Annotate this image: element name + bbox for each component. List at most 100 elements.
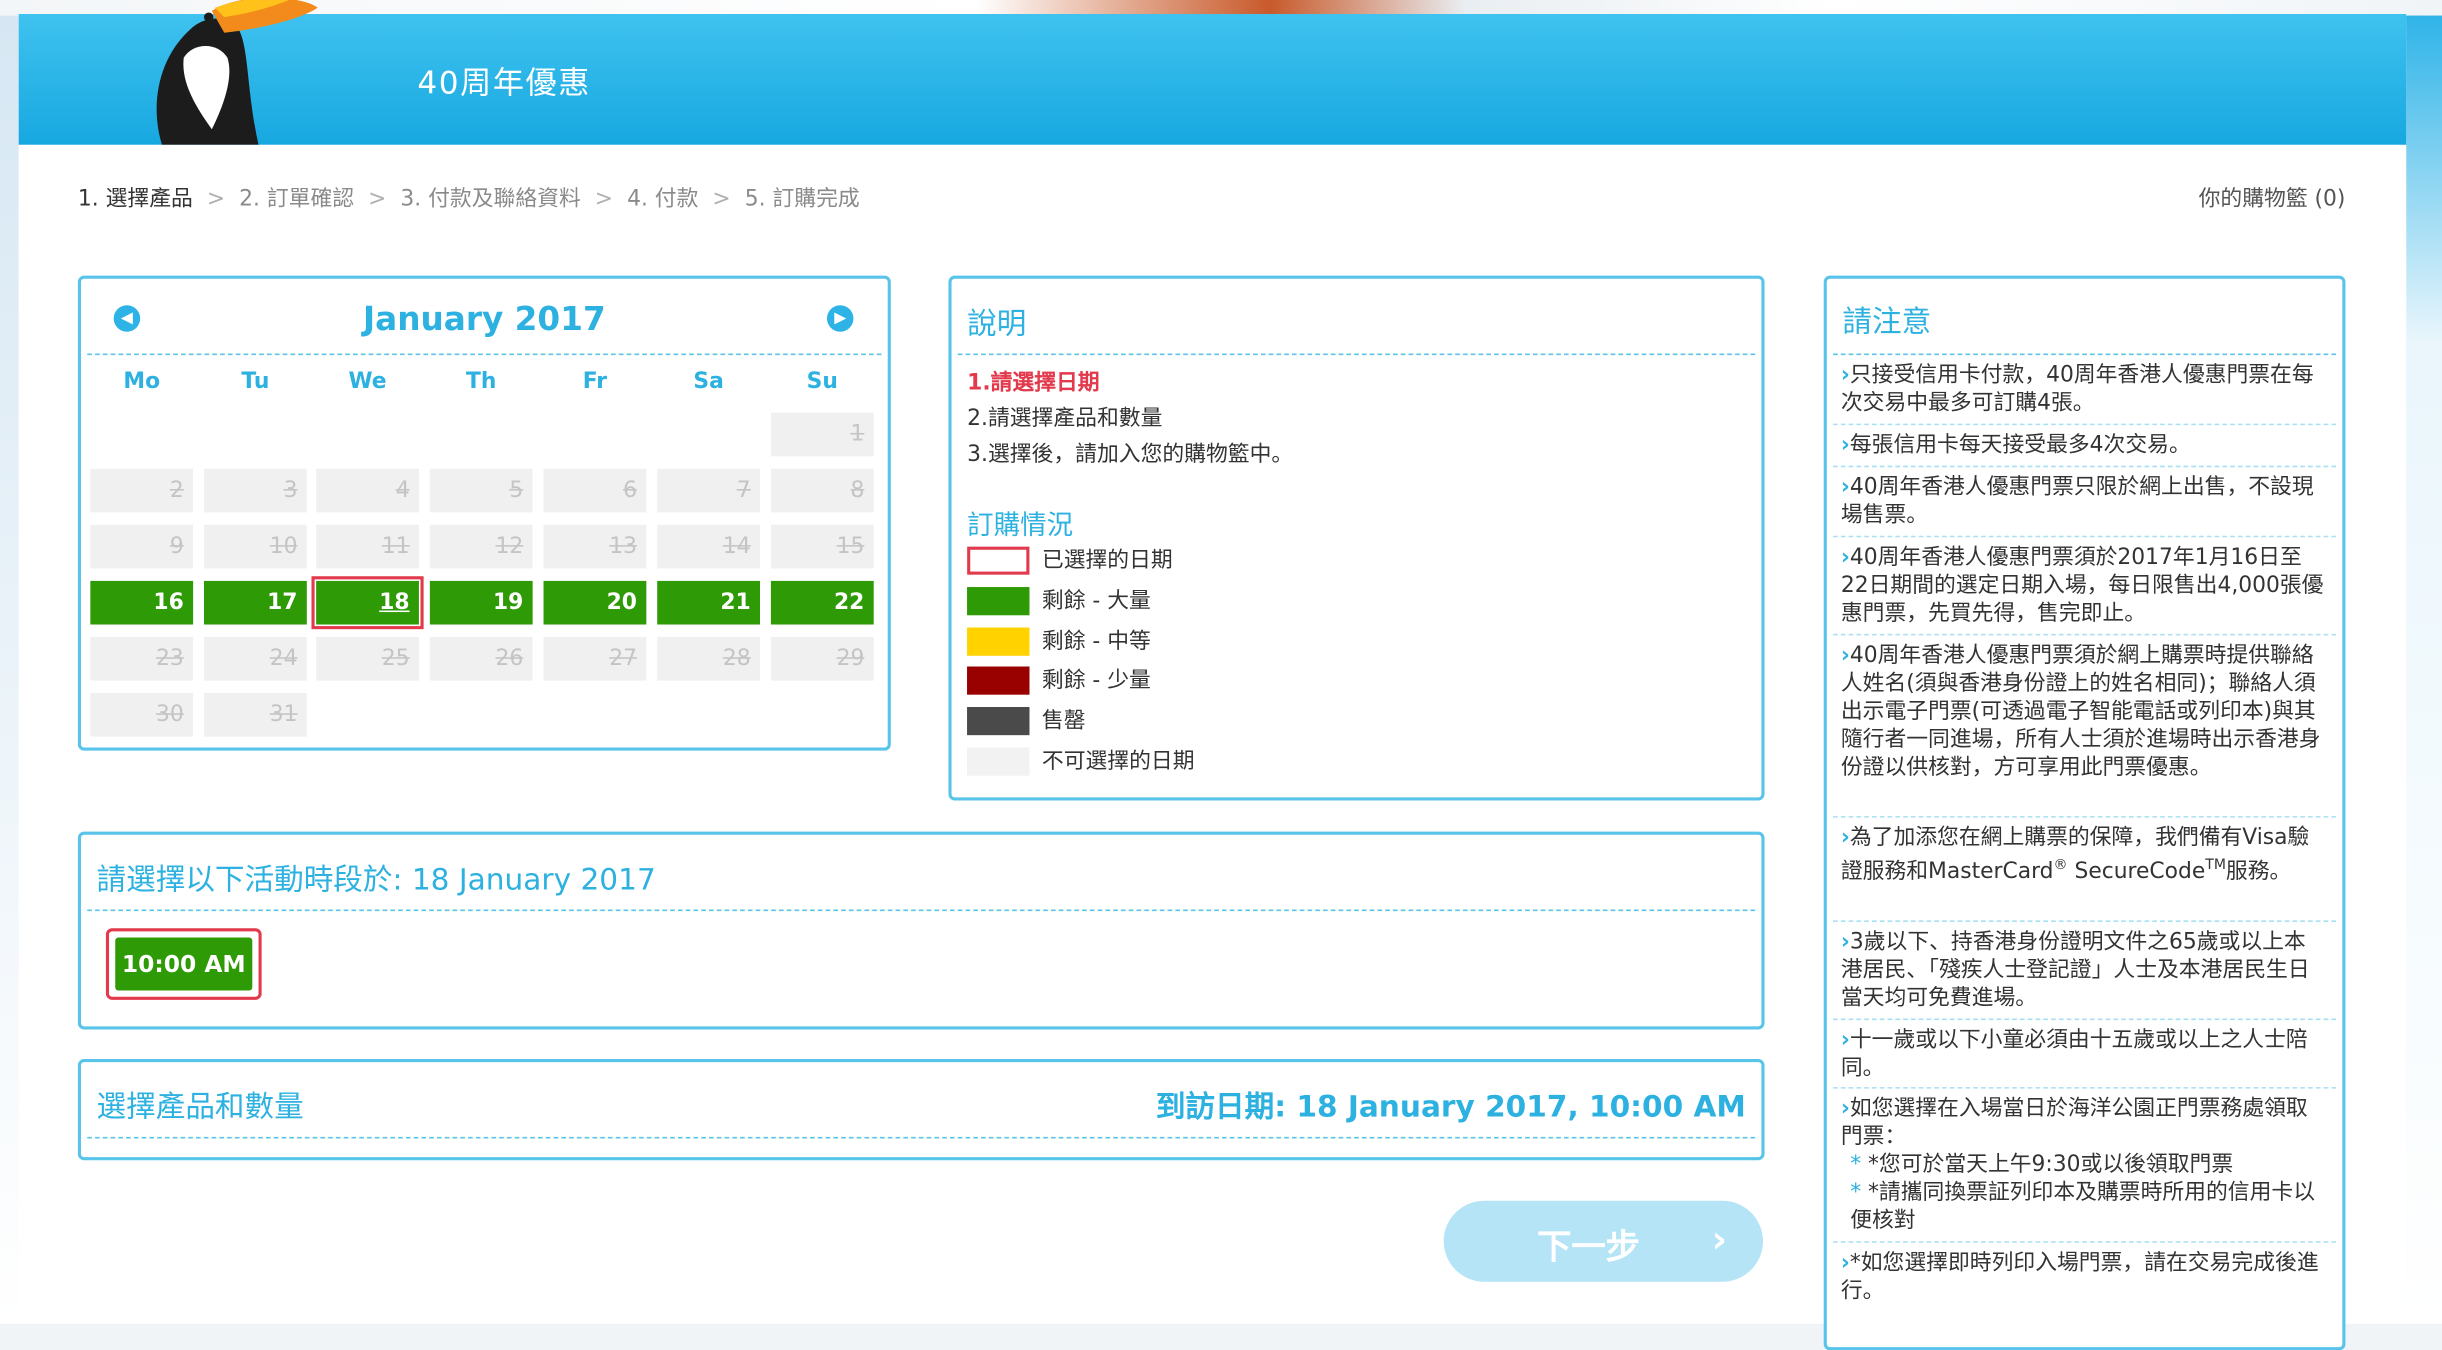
note-item-2: ›每張信用卡每天接受最多4次交易。 — [1841, 431, 2327, 459]
calendar-day-24: 24 — [204, 636, 307, 681]
chevron-right-icon: › — [1840, 1250, 1850, 1276]
cart-link[interactable]: 你的購物籃 (0) — [2199, 182, 2346, 213]
page-background-right — [2406, 15, 2442, 1324]
product-title: 選擇產品和數量 — [96, 1090, 304, 1125]
calendar-day-30: 30 — [90, 693, 194, 737]
next-step-button[interactable]: 下一步 › — [1443, 1200, 1763, 1282]
note-item-7: ›3歲以下、持香港身份證明文件之65歲或以上本港居民、「殘疾人士登記證」人士及本… — [1841, 928, 2327, 1012]
calendar-day-1: 1 — [770, 412, 874, 457]
note-divider — [1833, 535, 2337, 538]
page-header: 40周年優惠 — [18, 0, 2407, 145]
note-divider — [1833, 1018, 2337, 1021]
note-sub-text: *您可於當天上午9:30或以後領取門票 — [1868, 1152, 2234, 1178]
product-panel: 選擇產品和數量 到訪日期: 18 January 2017, 10:00 AM — [77, 1059, 1765, 1161]
note-divider — [1833, 1241, 2337, 1243]
chevron-right-icon: › — [1840, 643, 1850, 669]
calendar-day-16[interactable]: 16 — [90, 580, 194, 625]
legend-swatch — [967, 707, 1030, 736]
calendar-day-7: 7 — [657, 468, 761, 513]
weekday-tu: Tu — [241, 369, 270, 395]
calendar-day-10: 10 — [204, 524, 307, 569]
securecode-suffix: 服務。 — [2225, 859, 2292, 885]
instruction-2: 2.請選擇產品和數量 — [967, 406, 1163, 432]
calendar-day-4: 4 — [316, 468, 419, 513]
legend-label: 不可選擇的日期 — [1041, 749, 1195, 775]
calendar-day-18[interactable]: 18 — [311, 576, 424, 630]
calendar-day-22[interactable]: 22 — [770, 580, 874, 625]
calendar-day-31: 31 — [204, 693, 307, 737]
calendar-day-11: 11 — [316, 524, 419, 569]
checkout-steps: 1. 選擇產品 >2. 訂單確認 >3. 付款及聯絡資料 >4. 付款 >5. 訂購完成 — [78, 182, 860, 213]
toucan-mascot-icon — [156, 0, 318, 145]
legend-swatch — [967, 747, 1030, 776]
chevron-right-icon: › — [1840, 545, 1850, 571]
visit-date: 到訪日期: 18 January 2017, 10:00 AM — [1155, 1090, 1746, 1125]
note-text: *如您選擇即時列印入場門票，請在交易完成後進行。 — [1840, 1250, 2319, 1304]
calendar-day-25: 25 — [316, 636, 419, 681]
weekday-we: We — [348, 369, 387, 395]
chevron-right-icon: › — [1840, 1096, 1850, 1122]
note-item-9: ›如您選擇在入場當日於海洋公園正門票務處領取門票： * *您可於當天上午9:30或… — [1841, 1095, 2327, 1235]
chevron-right-icon: › — [1840, 825, 1850, 851]
note-text: 只接受信用卡付款，40周年香港人優惠門票在每次交易中最多可訂購4張。 — [1840, 362, 2314, 416]
weekday-th: Th — [466, 369, 497, 395]
weekday-mo: Mo — [123, 369, 161, 395]
note-sub-item: * *請攜同換票証列印本及購票時所用的信用卡以便核對 — [1841, 1179, 2327, 1235]
next-step-label: 下一步 — [1537, 1228, 1640, 1268]
step-separator-icon: > — [368, 186, 387, 212]
legend-status-title: 訂購情況 — [967, 510, 1074, 542]
registered-mark: ® — [2053, 858, 2068, 874]
calendar-day-5: 5 — [429, 468, 533, 513]
step-separator-icon: > — [712, 186, 731, 212]
note-divider — [1833, 633, 2337, 636]
note-item-4: ›40周年香港人優惠門票須於2017年1月16日至22日期間的選定日期入場，每日… — [1841, 544, 2327, 628]
note-text: 每張信用卡每天接受最多4次交易。 — [1849, 432, 2191, 458]
main-content: 1. 選擇產品 >2. 訂單確認 >3. 付款及聯絡資料 >4. 付款 >5. 訂購完成… — [18, 144, 2407, 1350]
legend-label: 剩餘 - 少量 — [1041, 668, 1151, 694]
calendar-day-19[interactable]: 19 — [429, 580, 533, 625]
note-sub-text: *請攜同換票証列印本及購票時所用的信用卡以便核對 — [1850, 1180, 2315, 1234]
calendar-day-2: 2 — [90, 468, 194, 513]
time-slot-button[interactable]: 10:00 AM — [105, 928, 262, 1000]
calendar-divider — [87, 353, 882, 356]
note-item-1: ›只接受信用卡付款，40周年香港人優惠門票在每次交易中最多可訂購4張。 — [1841, 361, 2327, 417]
weekday-su: Su — [806, 369, 838, 395]
note-divider — [1833, 1087, 2337, 1089]
chevron-right-icon: › — [1840, 362, 1850, 388]
calendar-day-15: 15 — [770, 524, 874, 569]
page-title: 40周年優惠 — [417, 63, 591, 102]
calendar-day-17[interactable]: 17 — [204, 580, 307, 625]
session-divider — [87, 909, 1756, 912]
calendar-day-21[interactable]: 21 — [657, 580, 761, 625]
note-text: 40周年香港人優惠門票只限於網上出售，不設現場售票。 — [1840, 475, 2314, 528]
note-sub-item: * *您可於當天上午9:30或以後領取門票 — [1841, 1151, 2327, 1179]
note-text: 40周年香港人優惠門票須於網上購票時提供聯絡人姓名(須與香港身份證上的姓名相同)… — [1840, 643, 2321, 781]
chevron-right-icon: › — [1840, 475, 1850, 500]
legend-swatch — [967, 546, 1030, 575]
calendar-day-14: 14 — [657, 524, 761, 569]
notes-panel: 請注意 ›只接受信用卡付款，40周年香港人優惠門票在每次交易中最多可訂購4張。 ›… — [1823, 275, 2346, 1350]
instruction-3: 3.選擇後，請加入您的購物籃中。 — [967, 442, 1294, 468]
legend-label: 已選擇的日期 — [1041, 548, 1173, 574]
note-item-5: ›40周年香港人優惠門票須於網上購票時提供聯絡人姓名(須與香港身份證上的姓名相同… — [1841, 642, 2327, 782]
next-month-icon[interactable]: ▶ — [826, 305, 854, 332]
note-divider — [1833, 423, 2337, 426]
notes-divider — [1833, 353, 2337, 356]
calendar-day-8: 8 — [770, 468, 874, 513]
notes-title: 請注意 — [1842, 305, 1932, 340]
calendar-day-28: 28 — [657, 636, 761, 681]
calendar-day-20[interactable]: 20 — [543, 580, 647, 625]
note-text: 十一歲或以下小童必須由十五歲或以上之人士陪同。 — [1840, 1027, 2308, 1081]
time-slot-label: 10:00 AM — [115, 937, 253, 991]
calendar-day-23: 23 — [90, 636, 194, 681]
legend-swatch — [967, 667, 1030, 696]
bullet-icon: * — [1850, 1180, 1869, 1206]
chevron-right-icon: › — [1711, 1217, 1727, 1262]
securecode-brand: SecureCode — [2067, 859, 2206, 885]
legend-title: 說明 — [967, 306, 1027, 342]
calendar-day-29: 29 — [770, 636, 874, 681]
legend-label: 售罄 — [1041, 708, 1086, 734]
step-separator-icon: > — [206, 186, 226, 212]
note-item-8: ›十一歲或以下小童必須由十五歲或以上之人士陪同。 — [1841, 1026, 2327, 1082]
legend-label: 剩餘 - 中等 — [1041, 628, 1151, 654]
